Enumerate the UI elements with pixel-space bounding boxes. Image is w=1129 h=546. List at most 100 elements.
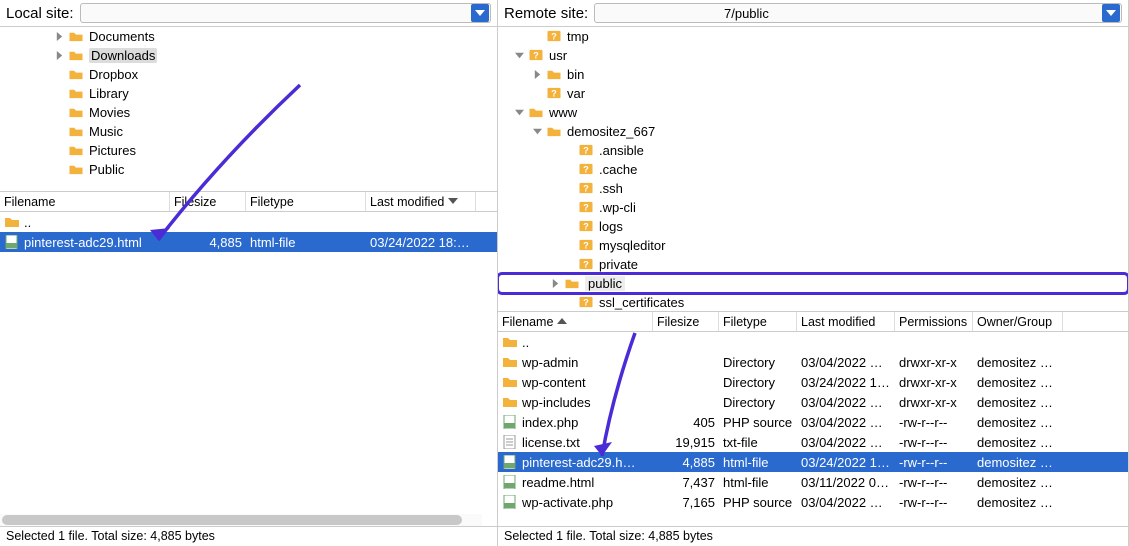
col-filename[interactable]: Filename [0, 192, 170, 211]
question-folder-icon [578, 163, 594, 176]
tree-item[interactable]: .cache [498, 160, 1128, 179]
html-icon [4, 235, 20, 249]
list-row[interactable]: wp-includesDirectory03/04/2022 …drwxr-xr… [498, 392, 1128, 412]
local-list-body[interactable]: ..pinterest-adc29.html4,885html-file03/2… [0, 212, 497, 526]
cell-filename: index.php [498, 415, 653, 430]
disclosure-right-icon[interactable] [550, 279, 560, 289]
tree-item-label: demositez_667 [567, 124, 655, 139]
cell-filetype: html-file [719, 475, 797, 490]
list-row[interactable]: wp-adminDirectory03/04/2022 …drwxr-xr-xd… [498, 352, 1128, 372]
question-folder-icon [578, 220, 594, 233]
local-tree[interactable]: Documents Downloads Dropbox Library Movi… [0, 27, 497, 192]
folder-icon [68, 125, 84, 138]
disclosure-down-icon[interactable] [514, 51, 524, 61]
tree-item[interactable]: .ansible [498, 141, 1128, 160]
tree-item[interactable]: ssl_certificates [498, 293, 1128, 311]
col-filesize[interactable]: Filesize [170, 192, 246, 211]
tree-item[interactable]: demositez_667 [498, 122, 1128, 141]
remote-file-list: Filename Filesize Filetype Last modified… [498, 312, 1128, 526]
tree-item[interactable]: logs [498, 217, 1128, 236]
tree-item[interactable]: .ssh [498, 179, 1128, 198]
php-icon [502, 415, 518, 429]
local-list-header: Filename Filesize Filetype Last modified [0, 192, 497, 212]
remote-path-combo[interactable] [594, 3, 1122, 23]
chevron-down-icon[interactable] [1102, 4, 1120, 22]
tree-item[interactable]: var [498, 84, 1128, 103]
hscrollbar[interactable] [0, 514, 482, 526]
cell-lastmod: 03/11/2022 0… [797, 475, 895, 490]
list-row[interactable]: readme.html7,437html-file03/11/2022 0…-r… [498, 472, 1128, 492]
tree-item-label: private [599, 257, 638, 272]
list-row[interactable]: license.txt19,915txt-file03/04/2022 …-rw… [498, 432, 1128, 452]
local-path-combo[interactable] [80, 3, 491, 23]
disclosure-down-icon[interactable] [514, 108, 524, 118]
tree-item-label: usr [549, 48, 567, 63]
tree-item-label: public [585, 276, 625, 291]
tree-item[interactable]: Library [0, 84, 497, 103]
disclosure-right-icon[interactable] [532, 70, 542, 80]
col-filetype[interactable]: Filetype [719, 312, 797, 331]
list-row[interactable]: index.php405PHP source03/04/2022 …-rw-r-… [498, 412, 1128, 432]
tree-item[interactable]: Documents [0, 27, 497, 46]
tree-item[interactable]: bin [498, 65, 1128, 84]
cell-ownergroup: demositez … [973, 435, 1063, 450]
tree-item[interactable]: www [498, 103, 1128, 122]
tree-item[interactable]: Movies [0, 103, 497, 122]
disclosure-right-icon[interactable] [54, 51, 64, 61]
tree-item[interactable]: Dropbox [0, 65, 497, 84]
folder-icon [502, 375, 518, 389]
cell-lastmod: 03/04/2022 … [797, 395, 895, 410]
local-path-input[interactable] [81, 6, 471, 21]
list-row[interactable]: wp-activate.php7,165PHP source03/04/2022… [498, 492, 1128, 512]
cell-ownergroup: demositez … [973, 475, 1063, 490]
remote-list-body[interactable]: ..wp-adminDirectory03/04/2022 …drwxr-xr-… [498, 332, 1128, 526]
cell-filesize: 4,885 [170, 235, 246, 250]
tree-item[interactable]: private [498, 255, 1128, 274]
cell-filename: wp-includes [498, 395, 653, 410]
col-permissions[interactable]: Permissions [895, 312, 973, 331]
tree-item[interactable]: mysqleditor [498, 236, 1128, 255]
tree-item[interactable]: .wp-cli [498, 198, 1128, 217]
question-folder-icon [528, 49, 544, 62]
folder-icon [502, 395, 518, 409]
tree-item[interactable]: Downloads [0, 46, 497, 65]
col-lastmod[interactable]: Last modified [366, 192, 476, 211]
col-ownergroup[interactable]: Owner/Group [973, 312, 1063, 331]
disclosure-down-icon[interactable] [532, 127, 542, 137]
col-filename[interactable]: Filename [498, 312, 653, 331]
cell-filesize: 7,165 [653, 495, 719, 510]
cell-filename: wp-content [498, 375, 653, 390]
cell-permissions: drwxr-xr-x [895, 355, 973, 370]
tree-item[interactable]: public [498, 274, 1128, 293]
html-icon [502, 455, 518, 469]
disclosure-right-icon[interactable] [54, 32, 64, 42]
cell-filesize: 4,885 [653, 455, 719, 470]
list-row[interactable]: .. [498, 332, 1128, 352]
col-lastmod[interactable]: Last modified [797, 312, 895, 331]
cell-filename: readme.html [498, 475, 653, 490]
col-filesize[interactable]: Filesize [653, 312, 719, 331]
tree-item[interactable]: Pictures [0, 141, 497, 160]
folder-icon [502, 355, 518, 369]
tree-item-label: Pictures [89, 143, 136, 158]
list-row[interactable]: wp-contentDirectory03/24/2022 1…drwxr-xr… [498, 372, 1128, 392]
col-filetype[interactable]: Filetype [246, 192, 366, 211]
remote-site-label: Remote site: [504, 5, 588, 22]
tree-item[interactable]: Public [0, 160, 497, 179]
folder-icon [68, 30, 84, 43]
tree-item[interactable]: Music [0, 122, 497, 141]
chevron-down-icon[interactable] [471, 4, 489, 22]
list-row[interactable]: pinterest-adc29.h…4,885html-file03/24/20… [498, 452, 1128, 472]
question-folder-icon [546, 30, 562, 43]
cell-ownergroup: demositez … [973, 495, 1063, 510]
folder-icon [546, 125, 562, 138]
tree-item-label: Dropbox [89, 67, 138, 82]
remote-tree[interactable]: tmp usr bin var www demositez_667 [498, 27, 1128, 312]
remote-path-input[interactable] [595, 6, 1102, 21]
list-row[interactable]: pinterest-adc29.html4,885html-file03/24/… [0, 232, 497, 252]
tree-item[interactable]: usr [498, 46, 1128, 65]
tree-item-label: .ssh [599, 181, 623, 196]
html-icon [502, 475, 518, 489]
list-row[interactable]: .. [0, 212, 497, 232]
tree-item[interactable]: tmp [498, 27, 1128, 46]
